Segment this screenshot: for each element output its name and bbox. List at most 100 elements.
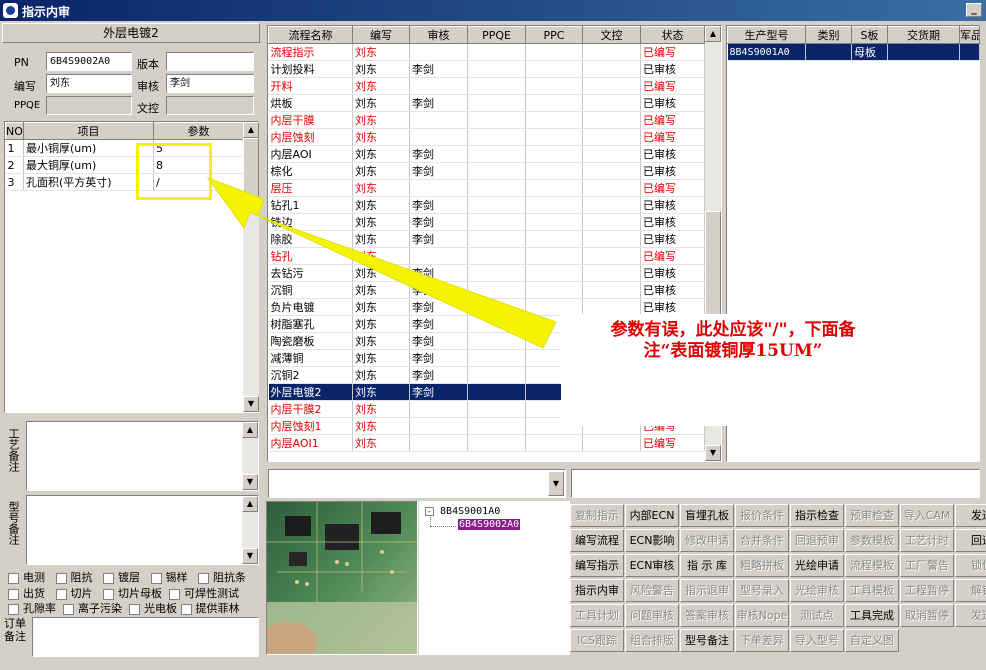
tree-child[interactable]: 6B4S9002A0 — [458, 519, 521, 530]
action-button[interactable]: 问题审核 — [625, 604, 679, 627]
checkbox-slice-mother[interactable]: 切片母板 — [103, 587, 162, 600]
checkbox-box[interactable] — [8, 588, 19, 600]
action-button[interactable]: 工具计划 — [570, 604, 624, 627]
action-button[interactable]: 复制指示 — [570, 504, 624, 527]
model-row[interactable]: 8B4S9001A0 母板 — [727, 43, 980, 61]
process-row[interactable]: 铣边 刘东 李剑 已审核 — [268, 213, 705, 231]
process-row[interactable]: 层压 刘东 已编写 — [268, 179, 705, 197]
process-row[interactable]: 去钻污 刘东 李剑 已审核 — [268, 264, 705, 282]
process-header-ppc[interactable]: PPC — [525, 26, 583, 44]
action-button[interactable]: 自定义图 — [845, 629, 899, 652]
scroll-thumb[interactable] — [243, 138, 259, 202]
action-button[interactable]: 答案审核 — [680, 604, 734, 627]
process-header-ppqe[interactable]: PPQE — [467, 26, 526, 44]
action-button[interactable]: ECN审核 — [625, 554, 679, 577]
action-button[interactable]: 指示退审 — [680, 579, 734, 602]
process-row[interactable]: 计划投料 刘东 李剑 已审核 — [268, 60, 705, 78]
action-button[interactable]: 工具模板 — [845, 579, 899, 602]
process-row[interactable]: 开料 刘东 已编写 — [268, 77, 705, 95]
action-button[interactable]: 组合排版 — [625, 629, 679, 652]
action-button[interactable]: 参数模板 — [845, 529, 899, 552]
process-row[interactable]: 内层AOI 刘东 李剑 已审核 — [268, 145, 705, 163]
checkbox-box[interactable] — [150, 572, 162, 584]
action-button[interactable]: 发送 — [955, 504, 986, 527]
action-button[interactable]: 流程模板 — [845, 554, 899, 577]
action-button[interactable]: 工程暂停 — [900, 579, 954, 602]
remark-input[interactable] — [571, 469, 980, 498]
process-row[interactable]: 钻孔 刘东 已编写 — [268, 247, 705, 265]
tree-root[interactable]: - 8B4S9001A0 — [425, 506, 500, 517]
scroll-up-icon[interactable]: ▲ — [242, 422, 258, 438]
process-header-name[interactable]: 流程名称 — [268, 26, 353, 44]
action-button[interactable]: 回退 — [955, 529, 986, 552]
action-button[interactable]: 导入型号 — [790, 629, 844, 652]
action-button[interactable]: 工厂警告 — [900, 554, 954, 577]
process-row[interactable]: 沉铜 刘东 李剑 已审核 — [268, 281, 705, 299]
chevron-down-icon[interactable]: ▼ — [548, 471, 564, 496]
action-button[interactable]: 盲埋孔板 — [680, 504, 734, 527]
action-button[interactable]: 解锁 — [955, 579, 986, 602]
action-button[interactable]: 指示检查 — [790, 504, 844, 527]
process-row[interactable]: 流程指示 刘东 已编写 — [268, 43, 705, 61]
model-header-model[interactable]: 生产型号 — [727, 26, 806, 44]
checkbox-box[interactable] — [103, 572, 114, 584]
process-row[interactable]: 内层AOI1 刘东 已编写 — [268, 434, 705, 452]
scroll-down-icon[interactable]: ▼ — [705, 445, 721, 461]
param-header-item[interactable]: 项目 — [23, 122, 154, 140]
action-button[interactable]: 粗略拼板 — [735, 554, 789, 577]
action-button[interactable]: 修改申请 — [680, 529, 734, 552]
action-button[interactable]: 指 示 库 — [680, 554, 734, 577]
process-row[interactable]: 负片电镀 刘东 李剑 已审核 — [268, 298, 705, 316]
checkbox-box[interactable] — [55, 588, 67, 600]
checkbox-box[interactable] — [63, 603, 74, 615]
checkbox-shipment[interactable]: 出货 — [8, 587, 45, 600]
action-button[interactable]: 取消暂停 — [900, 604, 954, 627]
checkbox-impedance[interactable]: 阻抗 — [55, 571, 93, 584]
checkbox-slice[interactable]: 切片 — [55, 587, 93, 600]
process-header-doc[interactable]: 文控 — [582, 26, 641, 44]
checkbox-photoelectric[interactable]: 光电板 — [129, 602, 177, 615]
action-button[interactable]: 型号备注 — [680, 629, 734, 652]
action-button[interactable]: 锁住 — [955, 554, 986, 577]
model-note-textarea[interactable]: ▲ ▼ — [26, 495, 259, 565]
action-button[interactable]: 编写指示 — [570, 554, 624, 577]
process-row[interactable]: 钻孔1 刘东 李剑 已审核 — [268, 196, 705, 214]
process-header-status[interactable]: 状态 — [640, 26, 705, 44]
process-header-auditor[interactable]: 审核 — [409, 26, 468, 44]
scroll-down-icon[interactable]: ▼ — [242, 548, 258, 564]
pn-field[interactable]: 6B4S9002A0 — [46, 52, 132, 71]
action-button[interactable]: ICS跟踪 — [570, 629, 624, 652]
craft-note-textarea[interactable]: ▲ ▼ — [26, 421, 259, 491]
model-header-military[interactable]: 军品 — [959, 26, 980, 44]
scroll-up-icon[interactable]: ▲ — [705, 26, 721, 42]
param-scrollbar[interactable]: ▲ ▼ — [243, 122, 259, 412]
action-button[interactable]: 发送 — [955, 604, 986, 627]
checkbox-solderability[interactable]: 可焊性测试 — [169, 587, 239, 600]
model-header-delivery[interactable]: 交货期 — [887, 26, 960, 44]
checkbox-box[interactable] — [55, 572, 67, 584]
action-button[interactable]: 编写流程 — [570, 529, 624, 552]
model-header-s-board[interactable]: S板 — [851, 26, 888, 44]
checkbox-provide-film[interactable]: 提供菲林 — [180, 602, 240, 615]
model-note-scrollbar[interactable]: ▲ ▼ — [242, 496, 258, 564]
scroll-down-icon[interactable]: ▼ — [243, 396, 259, 412]
checkbox-box[interactable] — [169, 588, 180, 600]
action-button[interactable]: 指示内审 — [570, 579, 624, 602]
collapse-icon[interactable]: - — [425, 506, 434, 516]
process-row[interactable]: 棕化 刘东 李剑 已审核 — [268, 162, 705, 180]
action-button[interactable]: 光绘审核 — [790, 579, 844, 602]
auditor-field[interactable]: 李剑 — [166, 74, 254, 93]
process-header-writer[interactable]: 编写 — [352, 26, 410, 44]
process-row[interactable]: 内层干膜 刘东 已编写 — [268, 111, 705, 129]
scroll-up-icon[interactable]: ▲ — [242, 496, 258, 512]
param-header-no[interactable]: NO — [5, 122, 24, 140]
action-button[interactable]: 光绘申请 — [790, 554, 844, 577]
checkbox-box[interactable] — [198, 572, 209, 584]
action-button[interactable]: 型号录入 — [735, 579, 789, 602]
minimize-button[interactable]: _ — [966, 3, 982, 17]
action-button[interactable]: 下单差异 — [735, 629, 789, 652]
action-button[interactable]: 风险警告 — [625, 579, 679, 602]
checkbox-box[interactable] — [8, 572, 19, 584]
version-field[interactable] — [166, 52, 254, 71]
scroll-down-icon[interactable]: ▼ — [242, 474, 258, 490]
